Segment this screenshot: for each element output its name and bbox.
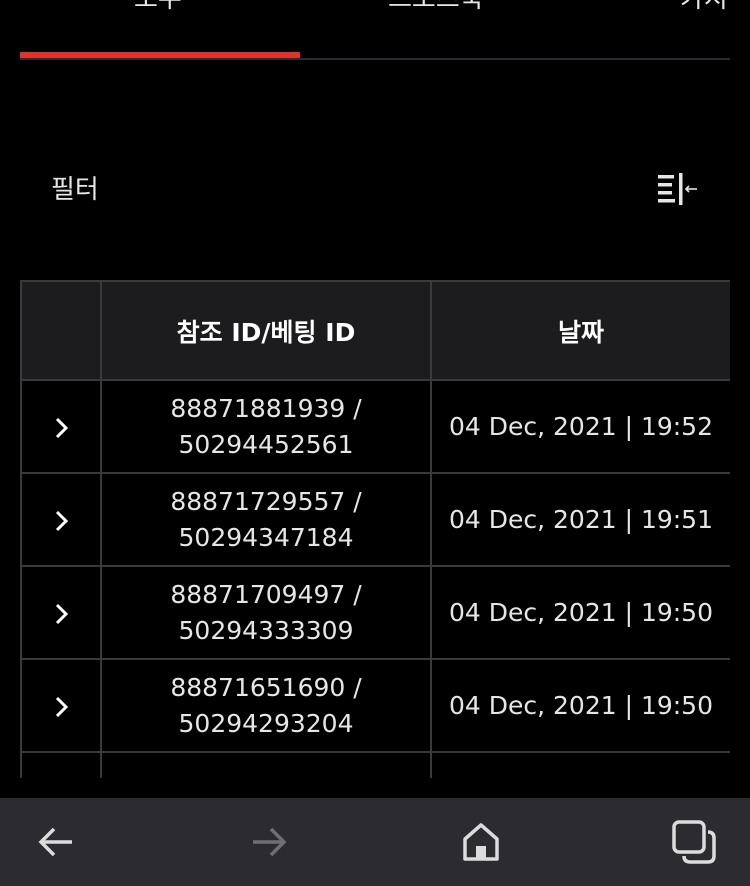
tab-all[interactable]: 모두 (134, 0, 182, 14)
ref-bet-id-cell: 88871709497 / 50294333309 (100, 565, 432, 660)
table-row[interactable]: 88871651690 / 50294293204 04 Dec, 2021 |… (20, 658, 730, 753)
tab-track (20, 58, 730, 60)
ref-id: 88871651690 / (170, 672, 362, 702)
chevron-right-icon[interactable] (49, 416, 73, 440)
chevron-right-icon[interactable] (49, 602, 73, 626)
expand-cell[interactable] (20, 379, 102, 474)
header-expand (20, 280, 102, 381)
home-icon[interactable] (457, 818, 505, 866)
date-cell: 04 Dec, 2021 | 19:50 (430, 565, 730, 660)
ref-id: 88871729557 / (170, 486, 362, 516)
table-row[interactable]: 88871881939 / 50294452561 04 Dec, 2021 |… (20, 379, 730, 474)
table-row[interactable] (20, 751, 730, 778)
date-cell: 04 Dec, 2021 | 19:51 (430, 472, 730, 567)
ref-bet-id-cell: 88871729557 / 50294347184 (100, 472, 432, 567)
expand-cell[interactable] (20, 565, 102, 660)
date-cell: 04 Dec, 2021 | 19:52 (430, 379, 730, 474)
tab-bar: 모두 스포츠북 카지 (0, 0, 750, 60)
date-cell: 04 Dec, 2021 | 19:50 (430, 658, 730, 753)
bet-id: 50294293204 (178, 708, 354, 738)
active-tab-indicator (20, 52, 300, 58)
header-date: 날짜 (430, 280, 730, 381)
ref-bet-id-cell: 88871881939 / 50294452561 (100, 379, 432, 474)
chevron-right-icon[interactable] (49, 695, 73, 719)
bet-id: 50294333309 (178, 615, 354, 645)
forward-arrow-icon[interactable] (245, 818, 293, 866)
table-row[interactable]: 88871729557 / 50294347184 04 Dec, 2021 |… (20, 472, 730, 567)
table-row[interactable]: 88871709497 / 50294333309 04 Dec, 2021 |… (20, 565, 730, 660)
expand-cell[interactable] (20, 472, 102, 567)
bet-id: 50294347184 (178, 522, 354, 552)
bet-id: 50294452561 (178, 429, 354, 459)
expand-cell[interactable] (20, 658, 102, 753)
filter-collapse-icon[interactable] (655, 170, 701, 210)
tabs-icon[interactable] (670, 818, 718, 866)
tab-sportsbook[interactable]: 스포츠북 (388, 0, 484, 14)
ref-id: 88871881939 / (170, 393, 362, 423)
bet-history-table: 참조 ID/베팅 ID 날짜 88871881939 / 50294452561… (20, 280, 730, 778)
expand-cell[interactable] (20, 751, 102, 778)
tab-casino[interactable]: 카지 (680, 0, 728, 14)
date-cell (430, 751, 730, 778)
ref-id: 88871709497 / (170, 579, 362, 609)
chevron-right-icon[interactable] (49, 509, 73, 533)
header-ref-bet-id: 참조 ID/베팅 ID (100, 280, 432, 381)
filter-label[interactable]: 필터 (51, 174, 99, 206)
back-arrow-icon[interactable] (32, 818, 80, 866)
ref-bet-id-cell: 88871651690 / 50294293204 (100, 658, 432, 753)
table-header-row: 참조 ID/베팅 ID 날짜 (20, 280, 730, 381)
browser-navbar (0, 798, 750, 886)
ref-bet-id-cell (100, 751, 432, 778)
